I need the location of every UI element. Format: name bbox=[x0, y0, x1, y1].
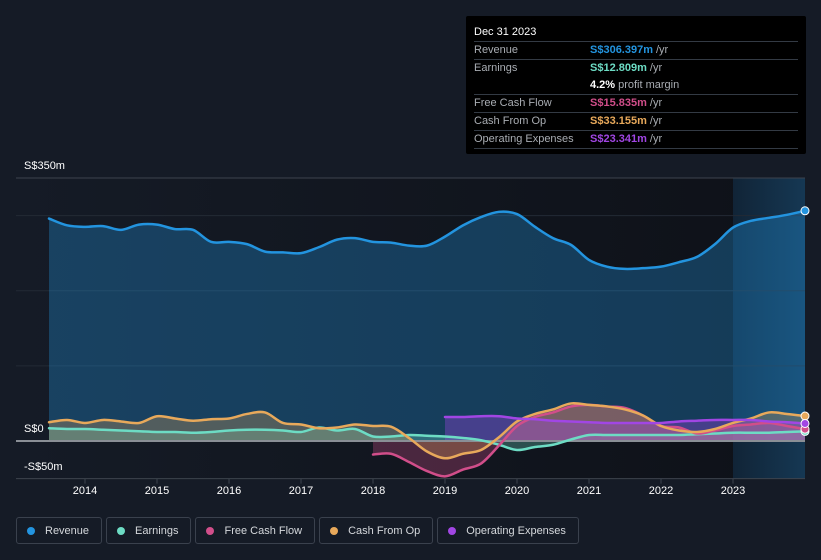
x-tick-label: 2015 bbox=[144, 485, 170, 497]
tooltip-row-free-cash-flow: Free Cash Flow S$15.835m /yr bbox=[474, 95, 798, 113]
tooltip-row-earnings: Earnings S$12.809m /yr bbox=[474, 60, 798, 77]
tooltip-panel: Dec 31 2023 Revenue S$306.397m /yr Earni… bbox=[466, 16, 806, 154]
tooltip-row-cash-from-op: Cash From Op S$33.155m /yr bbox=[474, 113, 798, 131]
legend-item-free-cash-flow[interactable]: Free Cash Flow bbox=[195, 517, 316, 544]
x-tick-label: 2016 bbox=[216, 485, 242, 497]
x-ticks bbox=[84, 478, 734, 484]
revenue-end-marker bbox=[800, 206, 810, 216]
tooltip-unit: /yr bbox=[656, 44, 669, 56]
x-tick-label: 2020 bbox=[504, 485, 530, 497]
legend-dot-icon bbox=[448, 526, 457, 535]
tooltip-value: S$33.155m bbox=[590, 115, 647, 127]
tooltip-unit: /yr bbox=[649, 115, 663, 127]
x-tick-label: 2014 bbox=[72, 485, 98, 497]
x-tick-label: 2017 bbox=[288, 485, 314, 497]
legend-label: Cash From Op bbox=[348, 524, 421, 537]
operating-expenses-end-marker bbox=[800, 418, 810, 428]
tooltip-unit: /yr bbox=[649, 97, 663, 109]
y-tick-label: -S$50m bbox=[24, 460, 63, 473]
legend-item-earnings[interactable]: Earnings bbox=[106, 517, 192, 544]
tooltip-row-profit-margin: 4.2% profit margin bbox=[474, 77, 798, 95]
tooltip-label: Revenue bbox=[474, 44, 519, 56]
tooltip-label bbox=[474, 77, 590, 94]
tooltip-label: Earnings bbox=[474, 62, 518, 74]
tooltip-value: S$15.835m bbox=[590, 97, 647, 109]
legend-label: Earnings bbox=[135, 524, 179, 537]
tooltip-value: 4.2% bbox=[590, 79, 616, 91]
x-tick-label: 2018 bbox=[360, 485, 386, 497]
legend-dot-icon bbox=[117, 526, 126, 535]
tooltip-value: S$12.809m bbox=[590, 62, 647, 74]
tooltip-unit: /yr bbox=[649, 133, 663, 145]
legend-label: Revenue bbox=[45, 524, 90, 537]
tooltip-unit: /yr bbox=[649, 62, 663, 74]
tooltip-value: S$23.341m bbox=[590, 133, 647, 145]
legend-dot-icon bbox=[330, 526, 339, 535]
legend-dot-icon bbox=[206, 526, 215, 535]
tooltip-unit: profit margin bbox=[618, 79, 680, 91]
x-tick-label: 2019 bbox=[432, 485, 458, 497]
cash-from-op-end-marker bbox=[800, 411, 810, 421]
tooltip-label: Free Cash Flow bbox=[474, 97, 552, 109]
tooltip-label: Operating Expenses bbox=[474, 133, 574, 145]
tooltip-label: Cash From Op bbox=[474, 115, 547, 127]
legend-dot-icon bbox=[27, 526, 35, 535]
x-tick-label: 2022 bbox=[648, 485, 674, 497]
legend-label: Operating Expenses bbox=[466, 524, 566, 537]
tooltip-row-revenue: Revenue S$306.397m /yr bbox=[474, 42, 798, 60]
tooltip-value: S$306.397m bbox=[590, 44, 653, 56]
legend-item-revenue[interactable]: Revenue bbox=[16, 517, 103, 544]
legend-label: Free Cash Flow bbox=[224, 524, 303, 537]
x-tick-label: 2021 bbox=[576, 485, 602, 497]
legend-item-cash-from-op[interactable]: Cash From Op bbox=[319, 517, 434, 544]
legend: Revenue Earnings Free Cash Flow Cash Fro… bbox=[16, 517, 579, 544]
tooltip-date: Dec 31 2023 bbox=[474, 24, 798, 42]
legend-item-operating-expenses[interactable]: Operating Expenses bbox=[437, 517, 579, 544]
x-tick-label: 2023 bbox=[720, 485, 746, 497]
tooltip-row-operating-expenses: Operating Expenses S$23.341m /yr bbox=[474, 131, 798, 149]
y-tick-label: S$350m bbox=[24, 160, 65, 172]
y-tick-label: S$0 bbox=[24, 423, 44, 435]
